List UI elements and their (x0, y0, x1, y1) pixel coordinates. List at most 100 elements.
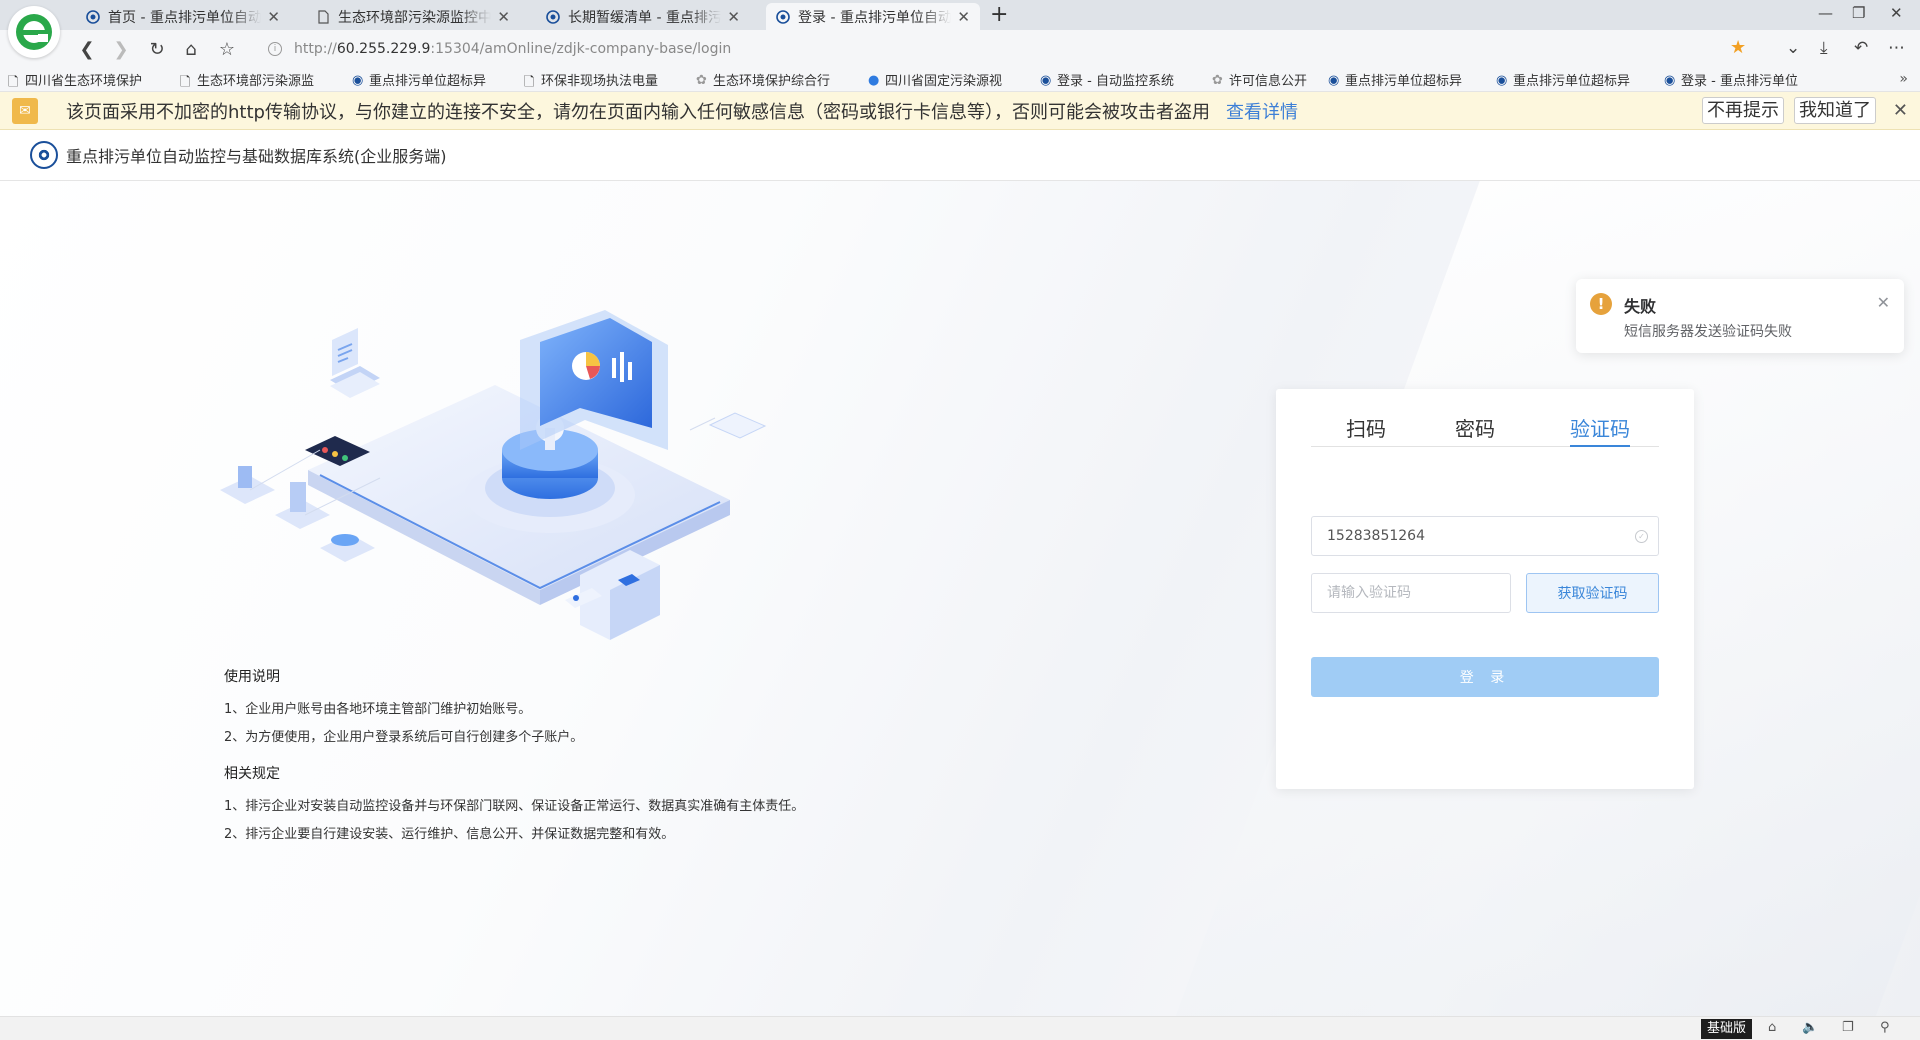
site-favicon-icon (86, 9, 100, 24)
bookmark-item[interactable]: ◉ 重点排污单位超标异 (1496, 70, 1652, 89)
tab-password[interactable]: 密码 (1455, 413, 1495, 442)
bookmark-item[interactable]: ◉ 重点排污单位超标异 (1328, 70, 1484, 89)
tab-close-icon[interactable]: ✕ (957, 8, 970, 26)
address-bar: ❮ ❯ ↻ ⌂ ☆ i http://60.255.229.9:15304/am… (0, 30, 1920, 67)
menu-dots-icon[interactable]: ⋯ (1888, 38, 1905, 58)
site-logo-icon (30, 141, 58, 169)
drop-icon: ● (868, 72, 880, 88)
forward-icon[interactable]: ❯ (110, 38, 132, 60)
mode-badge[interactable]: 基础版 (1701, 1019, 1753, 1039)
tab-sms-code[interactable]: 验证码 (1570, 413, 1630, 442)
input-valid-check-icon: ✓ (1635, 530, 1648, 543)
phone-number-value: 15283851264 (1327, 528, 1425, 544)
warning-exclamation-icon: ! (1590, 293, 1612, 315)
page-title: 重点排污单位自动监控与基础数据库系统(企业服务端) (66, 147, 447, 166)
login-instructions: 使用说明 1、企业用户账号由各地环境主管部门维护初始账号。 2、为方便使用，企业… (224, 666, 804, 851)
page-icon: 🗋 (524, 74, 535, 89)
browser-tab[interactable]: 生态环境部污染源监控中心 ✕ (306, 3, 520, 30)
emblem-icon: ✿ (696, 72, 707, 88)
url-host: 60.255.229.9 (336, 40, 431, 57)
error-notification: ! 失败 短信服务器发送验证码失败 ✕ (1576, 279, 1904, 353)
warning-icon: ✉ (12, 97, 38, 124)
rules-item: 2、排污企业要自行建设安装、运行维护、信息公开、并保证数据完整和有效。 (224, 827, 675, 842)
dropdown-chevron-icon[interactable]: ⌄ (1786, 38, 1800, 58)
url-scheme: http:// (294, 40, 337, 57)
home-small-icon[interactable]: ⌂ (1768, 1020, 1776, 1035)
usage-heading: 使用说明 (224, 669, 280, 685)
undo-icon[interactable]: ↶ (1854, 38, 1868, 58)
site-favicon-icon: ◉ (1664, 72, 1676, 88)
bookmark-item[interactable]: ✿ 生态环境保护综合行 (696, 70, 856, 89)
tab-qrcode[interactable]: 扫码 (1346, 413, 1386, 442)
warning-details-link[interactable]: 查看详情 (1226, 98, 1298, 124)
bookmarks-bar: 🗋 四川省生态环境保护 🗋 生态环境部污染源监 ◉ 重点排污单位超标异 🗋 环保非现场执… (0, 67, 1920, 92)
page-icon: 🗋 (180, 74, 191, 89)
browser-tab[interactable]: 首页 - 重点排污单位自动监控与基础数据库系统 ✕ (76, 3, 290, 30)
get-code-button[interactable]: 获取验证码 (1526, 573, 1659, 613)
notification-message: 短信服务器发送验证码失败 (1624, 324, 1792, 340)
notification-title: 失败 (1624, 297, 1657, 316)
page-icon: 🗋 (8, 74, 19, 89)
restore-icon[interactable]: ❐ (1852, 4, 1865, 22)
site-favicon-icon: ◉ (1040, 72, 1052, 88)
bookmark-star-icon[interactable]: ☆ (216, 38, 238, 60)
tab-title: 登录 - 重点排污单位自动监控 (798, 9, 952, 26)
login-card: 扫码 密码 验证码 15283851264 ✓ 获取验证码 登 录 (1276, 389, 1694, 789)
site-favicon-icon (546, 9, 560, 24)
tab-title: 首页 - 重点排污单位自动监控与基础数据库系统 (108, 9, 262, 26)
dont-show-again-button[interactable]: 不再提示 (1702, 97, 1784, 124)
usage-item: 1、企业用户账号由各地环境主管部门维护初始账号。 (224, 702, 532, 717)
window-icon[interactable]: ❐ (1842, 1020, 1854, 1035)
bookmark-item[interactable]: ● 四川省固定污染源视 (868, 70, 1028, 89)
browser-status-bar: 基础版 ⌂ 🔈 ❐ ⚲ (0, 1016, 1920, 1040)
bookmark-item[interactable]: ◉ 重点排污单位超标异 (352, 70, 512, 89)
tab-close-icon[interactable]: ✕ (267, 8, 280, 26)
favorite-star-icon[interactable]: ★ (1730, 37, 1746, 58)
browser-tab-active[interactable]: 登录 - 重点排污单位自动监控 ✕ (766, 3, 980, 30)
login-tabs: 扫码 密码 验证码 (1311, 413, 1659, 447)
bookmark-item[interactable]: 🗋 环保非现场执法电量 (524, 70, 684, 89)
tab-close-icon[interactable]: ✕ (497, 8, 510, 26)
speaker-icon[interactable]: 🔈 (1802, 1020, 1818, 1035)
reload-icon[interactable]: ↻ (146, 38, 168, 60)
browser-tab[interactable]: 长期暂缓清单 - 重点排污单位 ✕ (536, 3, 750, 30)
url-field[interactable]: i http://60.255.229.9:15304/amOnline/zdj… (256, 33, 1766, 64)
login-submit-button[interactable]: 登 录 (1311, 657, 1659, 697)
tab-close-icon[interactable]: ✕ (727, 8, 740, 26)
bookmark-item[interactable]: ◉ 登录 - 自动监控系统 (1040, 70, 1200, 89)
download-icon[interactable]: ⤓ (1820, 38, 1828, 58)
emblem-icon: ✿ (1212, 72, 1223, 88)
url-path: :15304/amOnline/zdjk-company-base/login (430, 40, 732, 57)
close-window-icon[interactable]: ✕ (1890, 4, 1903, 22)
active-tab-indicator (1570, 445, 1630, 447)
login-page: 重点排污单位自动监控与基础数据库系统(企业服务端) 使用说明 1、企业用户账号由… (0, 130, 1920, 1016)
verification-code-input[interactable] (1311, 573, 1511, 613)
usage-item: 2、为方便使用，企业用户登录系统后可自行创建多个子账户。 (224, 730, 584, 745)
warning-text: 该页面采用不加密的http传输协议，与你建立的连接不安全，请勿在页面内输入任何敏… (66, 101, 1210, 123)
warning-close-icon[interactable]: ✕ (1893, 100, 1908, 121)
bookmark-item[interactable]: 🗋 四川省生态环境保护 (8, 70, 168, 89)
bookmarks-more-icon[interactable]: » (1899, 71, 1908, 87)
bookmark-item[interactable]: 🗋 生态环境部污染源监 (180, 70, 340, 89)
site-favicon-icon: ◉ (352, 72, 364, 88)
security-warning-bar: ✉ 该页面采用不加密的http传输协议，与你建立的连接不安全，请勿在页面内输入任… (0, 92, 1920, 130)
minimize-icon[interactable]: — (1818, 4, 1833, 22)
rules-heading: 相关规定 (224, 766, 280, 782)
site-favicon-icon: ◉ (1328, 72, 1340, 88)
back-icon[interactable]: ❮ (76, 38, 98, 60)
notification-close-icon[interactable]: ✕ (1877, 293, 1890, 312)
bookmark-item[interactable]: ◉ 登录 - 重点排污单位 (1664, 70, 1814, 89)
site-info-icon[interactable]: i (268, 41, 282, 56)
bookmark-item[interactable]: ✿ 许可信息公开 (1212, 70, 1316, 89)
site-favicon-icon: ◉ (1496, 72, 1508, 88)
browser-logo-icon[interactable] (8, 6, 60, 58)
new-tab-button[interactable]: + (990, 3, 1008, 27)
page-icon (318, 9, 329, 24)
got-it-button[interactable]: 我知道了 (1794, 97, 1876, 124)
zoom-icon[interactable]: ⚲ (1880, 1020, 1890, 1035)
site-favicon-icon (776, 9, 790, 24)
phone-number-field[interactable]: 15283851264 ✓ (1311, 516, 1659, 556)
tab-title: 长期暂缓清单 - 重点排污单位 (568, 9, 722, 26)
page-header: 重点排污单位自动监控与基础数据库系统(企业服务端) (0, 130, 1920, 181)
home-icon[interactable]: ⌂ (180, 38, 202, 60)
